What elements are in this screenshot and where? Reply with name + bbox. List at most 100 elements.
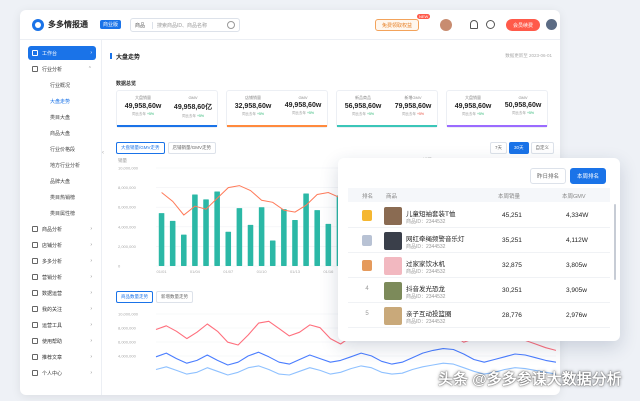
bar[interactable]: [325, 223, 332, 266]
metric-change: 同比去年 +5%: [118, 112, 168, 117]
sidebar-item[interactable]: 推荐文章 ›: [28, 350, 96, 364]
product-thumbnail[interactable]: [384, 307, 402, 325]
product-name[interactable]: 过家家饮水机: [406, 258, 445, 268]
bar[interactable]: [181, 234, 187, 266]
sidebar-item[interactable]: 大盘走势: [28, 94, 96, 108]
change-percent: +5%: [146, 112, 155, 116]
bar[interactable]: [281, 209, 287, 266]
vip-button[interactable]: 会员续费: [506, 19, 540, 31]
bar[interactable]: [269, 240, 276, 266]
sidebar-item[interactable]: 店铺分析 ›: [28, 238, 96, 252]
sidebar-item[interactable]: 多多分析 ›: [28, 254, 96, 268]
bar[interactable]: [247, 224, 254, 266]
sidebar-item[interactable]: 类目大盘: [28, 110, 96, 124]
tab-shop-trend[interactable]: 店铺销量/GMV走势: [167, 142, 216, 154]
product-name[interactable]: 儿童短袖套装T恤: [406, 208, 455, 218]
product-name[interactable]: 网红牵绳频警音乐灯: [406, 233, 465, 243]
sidebar-item[interactable]: 运营工具 ›: [28, 318, 96, 332]
y-tick: 6,000,000: [118, 205, 137, 210]
product-thumbnail[interactable]: [384, 232, 402, 250]
search-scope-select[interactable]: 商品: [131, 21, 153, 29]
ranking-row[interactable]: 过家家饮水机 商品ID：2344532 32,875 3,805w: [348, 254, 610, 278]
sidebar-item-label: 类目热销榜: [50, 194, 76, 201]
sidebar-item[interactable]: 行业分析 ⌃: [28, 62, 96, 76]
change-label: 同比去年: [401, 112, 416, 116]
metric-label: GMV: [298, 95, 308, 100]
sidebar-item-label: 商品大盘: [50, 130, 71, 137]
metric-change: 同比去年 +5%: [228, 112, 278, 117]
range-30d[interactable]: 30天: [508, 142, 529, 154]
menu-icon: [32, 274, 38, 280]
product-id: 商品ID：2344532: [406, 219, 446, 225]
change-percent: +5%: [256, 112, 265, 116]
user-avatar[interactable]: [546, 19, 557, 30]
change-label: 同比去年: [181, 114, 196, 118]
chevron-icon: ›: [90, 290, 92, 296]
search-bar[interactable]: 商品 搜索商品ID、商品名称: [130, 18, 240, 32]
ranking-scrollbar[interactable]: [614, 204, 616, 280]
search-input[interactable]: 搜索商品ID、商品名称: [153, 22, 227, 29]
ranking-row[interactable]: 5 亲子互动投篮圈 商品ID：2344532 28,776 2,976w: [348, 304, 610, 328]
chevron-icon: ›: [90, 322, 92, 328]
overview-card[interactable]: 店铺销量 32,958,60w 同比去年 +5% GMV 49,958,60w 同比去年 …: [226, 90, 328, 128]
bell-icon[interactable]: [470, 20, 478, 29]
tab-new-count[interactable]: 新增数量走势: [156, 291, 193, 303]
range-7d[interactable]: 7天: [489, 142, 507, 154]
tab-yesterday-rank[interactable]: 昨日排名: [529, 168, 566, 184]
sidebar-item[interactable]: 商品分析 ›: [28, 222, 96, 236]
bar[interactable]: [192, 194, 198, 266]
sidebar-item[interactable]: 类目属性榜: [28, 206, 96, 220]
product-thumbnail[interactable]: [384, 282, 402, 300]
sidebar-item[interactable]: 我的关注 ›: [28, 302, 96, 316]
sidebar-item[interactable]: 工作台 ›: [28, 46, 96, 60]
sidebar-item[interactable]: 行业概况: [28, 78, 96, 92]
app-title: 多多情报通: [48, 20, 88, 29]
metric-value: 50,958,60w: [504, 102, 542, 109]
overview-card[interactable]: 大盘销量 49,958,60w 同比去年 +5% GMV 49,958,60亿 同比去年 …: [116, 90, 218, 128]
range-custom[interactable]: 自定义: [530, 142, 554, 154]
promo-button[interactable]: 免费领取权益: [375, 19, 419, 31]
series-line: [155, 348, 556, 366]
y-tick: 6,000,000: [118, 340, 137, 345]
x-tick: 01/13: [290, 269, 301, 274]
bar[interactable]: [292, 219, 298, 266]
sidebar-item[interactable]: 行业价格段: [28, 142, 96, 156]
sidebar-item[interactable]: 数据运营 ›: [28, 286, 96, 300]
sidebar-item[interactable]: 品牌大盘: [28, 174, 96, 188]
sidebar-item[interactable]: 营销分析 ›: [28, 270, 96, 284]
sidebar-item[interactable]: 使用帮助 ›: [28, 334, 96, 348]
bar[interactable]: [236, 208, 243, 266]
product-name[interactable]: 亲子互动投篮圈: [406, 308, 452, 318]
overview-card[interactable]: 大盘销量 49,958,60w 同比去年 +5% GMV 50,958,60w 同比去年 …: [446, 90, 548, 128]
search-icon[interactable]: [227, 21, 235, 29]
collapse-sidebar-icon[interactable]: ‹: [102, 150, 104, 156]
ranking-row[interactable]: 网红牵绳频警音乐灯 商品ID：2344532 35,251 4,112W: [348, 229, 610, 253]
change-percent: +5%: [416, 112, 425, 116]
tab-week-rank[interactable]: 本周排名: [569, 168, 606, 184]
sidebar-item[interactable]: 个人中心 ›: [28, 366, 96, 380]
bar[interactable]: [303, 193, 309, 266]
bar[interactable]: [214, 191, 220, 266]
sidebar-item[interactable]: 商品大盘: [28, 126, 96, 140]
product-name[interactable]: 抖音发光恐龙: [406, 283, 445, 293]
y-tick: 4,000,000: [118, 354, 137, 359]
bar[interactable]: [158, 213, 165, 266]
service-avatar[interactable]: [440, 19, 452, 31]
y-tick: 2,000,000: [118, 244, 137, 249]
ranking-row[interactable]: 儿童短袖套装T恤 商品ID：2344532 45,251 4,334W: [348, 204, 610, 228]
edition-tag: 商业版: [100, 20, 122, 29]
menu-icon: [32, 226, 38, 232]
tab-market-trend[interactable]: 大盘销量/GMV走势: [116, 142, 165, 154]
bar[interactable]: [314, 210, 320, 266]
sidebar-item[interactable]: 类目热销榜: [28, 190, 96, 204]
tab-product-count[interactable]: 商品数量走势: [116, 291, 153, 303]
product-thumbnail[interactable]: [384, 257, 402, 275]
headset-icon[interactable]: [486, 20, 495, 29]
ranking-row[interactable]: 4 抖音发光恐龙 商品ID：2344532 30,251 3,905w: [348, 279, 610, 303]
product-thumbnail[interactable]: [384, 207, 402, 225]
overview-card[interactable]: 新品商品 56,958,60w 同比去年 +5% 新增GMV 79,958,60w 同比去…: [336, 90, 438, 128]
sidebar-item[interactable]: 地方行业分析: [28, 158, 96, 172]
bar[interactable]: [258, 207, 265, 266]
bar[interactable]: [169, 220, 176, 266]
bar[interactable]: [225, 231, 232, 266]
